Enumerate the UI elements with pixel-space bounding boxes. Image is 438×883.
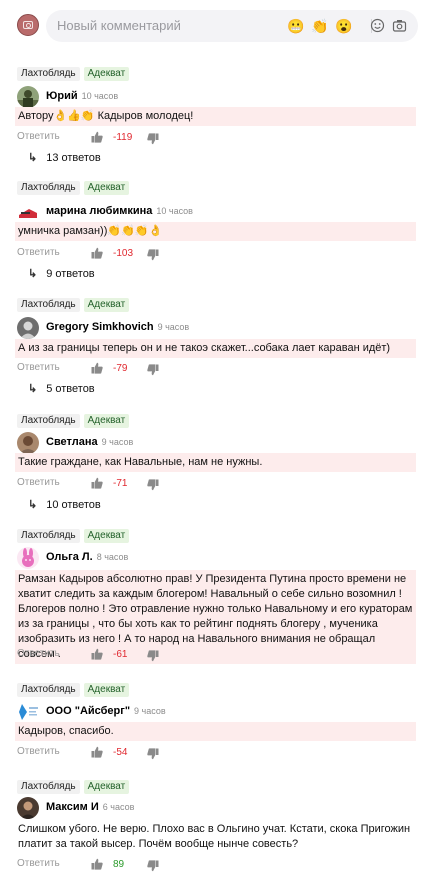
user-badges: Лахтоблядь Адекват: [17, 67, 130, 81]
badge: Лахтоблядь: [17, 414, 80, 428]
comment-time: 8 часов: [96, 552, 129, 562]
author-name[interactable]: Юрий 10 часов: [46, 90, 118, 102]
show-replies-link[interactable]: ↳ 13 ответов: [28, 151, 101, 167]
rating-score: -119: [113, 132, 133, 143]
badge-adequate: Адекват: [83, 780, 130, 794]
avatar[interactable]: [17, 432, 39, 454]
author-name[interactable]: ООО "Айсберг" 9 часов: [46, 705, 166, 717]
reply-button[interactable]: Ответить: [17, 247, 60, 258]
avatar[interactable]: [17, 201, 39, 223]
reply-button[interactable]: Ответить: [17, 477, 60, 488]
surprised-emoji-button[interactable]: 😮: [335, 18, 352, 34]
user-badges: Лахтоблядь Адекват: [17, 683, 130, 697]
smile-icon[interactable]: [370, 18, 385, 33]
comment-time: 10 часов: [81, 91, 119, 101]
reply-arrow-icon: ↳: [28, 152, 38, 164]
thumbs-up-icon[interactable]: [91, 247, 103, 259]
show-replies-link[interactable]: ↳ 5 ответов: [28, 382, 95, 398]
thumbs-down-icon[interactable]: [147, 479, 159, 491]
avatar[interactable]: [17, 547, 39, 569]
thumbs-up-icon[interactable]: [91, 648, 103, 660]
avatar[interactable]: [17, 797, 39, 819]
author-name[interactable]: марина любимкина 10 часов: [46, 205, 193, 217]
badge: Лахтоблядь: [17, 780, 80, 794]
comment-time: 10 часов: [156, 206, 193, 216]
badge-adequate: Адекват: [83, 298, 130, 312]
rating-score: 89: [113, 859, 125, 870]
user-badges: Лахтоблядь Адекват: [17, 298, 130, 312]
rating-score: -71: [113, 478, 128, 489]
badge-adequate: Адекват: [83, 181, 130, 195]
thumbs-up-icon[interactable]: [91, 858, 103, 870]
avatar[interactable]: [17, 701, 39, 723]
clap-emoji-button[interactable]: 👏: [311, 18, 328, 34]
rating-score: -103: [113, 248, 134, 259]
camera-icon: [23, 21, 33, 29]
comment-text: А из за границы теперь он и не такоэ ска…: [15, 339, 416, 358]
author-name[interactable]: Ольга Л. 8 часов: [46, 551, 128, 563]
badge: Лахтоблядь: [17, 67, 80, 81]
badge-adequate: Адекват: [83, 414, 130, 428]
reply-button[interactable]: Ответить: [17, 858, 60, 869]
comment-text: умничка рамзан))👏👏👏👌: [15, 222, 416, 241]
user-badges: Лахтоблядь Адекват: [17, 181, 130, 195]
rating-score: -61: [113, 649, 128, 660]
comment-text: Рамзан Кадыров абсолютно прав! У Президе…: [15, 570, 416, 664]
badge: Лахтоблядь: [17, 683, 80, 697]
comment-time: 6 часов: [102, 802, 135, 812]
input-placeholder: Новый комментарий: [57, 18, 181, 33]
comment-text: Кадыров, спасибо.: [15, 722, 416, 741]
author-name[interactable]: Gregory Simkhovich 9 часов: [46, 321, 189, 333]
badge-adequate: Адекват: [83, 67, 130, 81]
reply-button[interactable]: Ответить: [17, 746, 60, 757]
user-avatar[interactable]: [17, 14, 39, 36]
thumbs-up-icon[interactable]: [91, 746, 103, 758]
badge: Лахтоблядь: [17, 181, 80, 195]
comment-time: 9 часов: [157, 322, 190, 332]
show-replies-link[interactable]: ↳ 9 ответов: [28, 267, 95, 283]
reply-arrow-icon: ↳: [28, 383, 38, 395]
comment-composer: Новый комментарий 😬 👏 😮: [0, 0, 438, 52]
author-name[interactable]: Светлана 9 часов: [46, 436, 133, 448]
badge-adequate: Адекват: [83, 683, 130, 697]
thumbs-down-icon[interactable]: [147, 650, 159, 662]
reply-button[interactable]: Ответить: [17, 362, 60, 373]
thumbs-down-icon[interactable]: [147, 860, 159, 872]
user-badges: Лахтоблядь Адекват: [17, 780, 130, 794]
avatar[interactable]: [17, 317, 39, 339]
user-badges: Лахтоблядь Адекват: [17, 529, 130, 543]
comment-text: Автору👌👍👏 Кадыров молодец!: [15, 107, 416, 126]
grimace-emoji-button[interactable]: 😬: [287, 18, 304, 34]
author-name[interactable]: Максим И6 часов: [46, 801, 134, 813]
thumbs-up-icon[interactable]: [91, 477, 103, 489]
badge: Лахтоблядь: [17, 529, 80, 543]
comment-time: 9 часов: [134, 706, 166, 716]
thumbs-up-icon[interactable]: [91, 131, 103, 143]
comment-text: Слишком убого. Не верю. Плохо вас в Ольг…: [15, 820, 416, 854]
avatar[interactable]: [17, 86, 39, 108]
thumbs-up-icon[interactable]: [91, 362, 103, 374]
reply-arrow-icon: ↳: [28, 268, 38, 280]
reply-button[interactable]: Ответить: [17, 648, 60, 659]
comment-time: 9 часов: [101, 437, 134, 447]
reply-arrow-icon: ↳: [28, 499, 38, 511]
thumbs-down-icon[interactable]: [147, 249, 159, 261]
badge: Лахтоблядь: [17, 298, 80, 312]
badge-adequate: Адекват: [83, 529, 130, 543]
show-replies-link[interactable]: ↳ 10 ответов: [28, 498, 101, 514]
rating-score: -79: [113, 363, 128, 374]
rating-score: -54: [113, 747, 128, 758]
user-badges: Лахтоблядь Адекват: [17, 414, 130, 428]
new-comment-input[interactable]: Новый комментарий 😬 👏 😮: [46, 10, 418, 42]
camera-icon[interactable]: [392, 18, 407, 33]
comment-text: Такие граждане, как Навальные, нам не ну…: [15, 453, 416, 472]
thumbs-down-icon[interactable]: [147, 748, 159, 760]
reply-button[interactable]: Ответить: [17, 131, 60, 142]
thumbs-down-icon[interactable]: [147, 364, 159, 376]
thumbs-down-icon[interactable]: [147, 133, 159, 145]
